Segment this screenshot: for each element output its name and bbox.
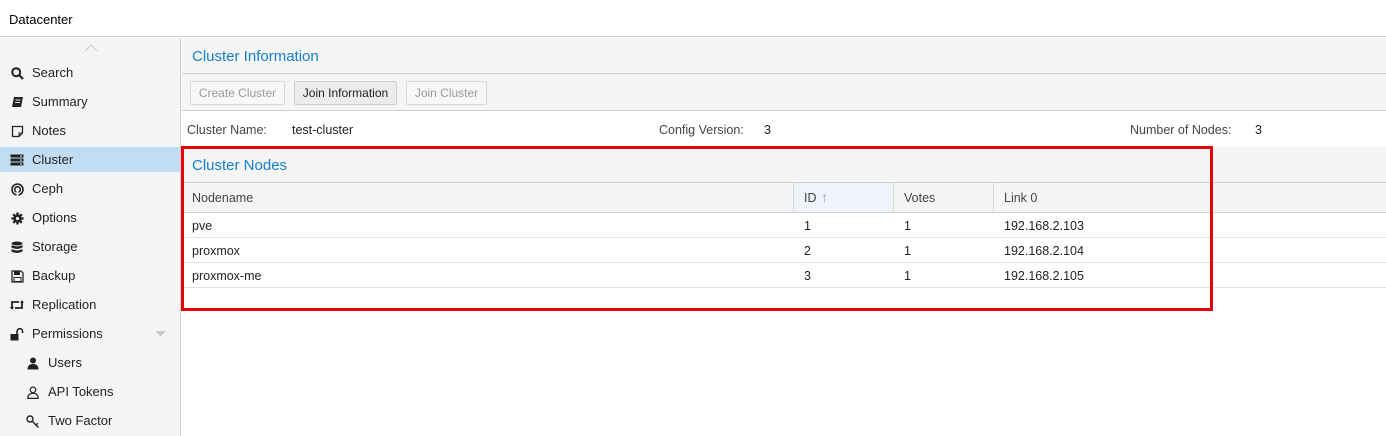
- cell-link0: 192.168.2.105: [1004, 269, 1084, 283]
- sidebar-item-api-tokens[interactable]: API Tokens: [0, 379, 180, 404]
- sidebar-item-label: Search: [32, 65, 74, 80]
- cluster-name-value: test-cluster: [292, 123, 354, 137]
- table-row[interactable]: pve 1 1 192.168.2.103: [182, 213, 1386, 238]
- cluster-information-header: Cluster Information: [182, 38, 1386, 74]
- sidebar-item-label: Options: [32, 210, 77, 225]
- sidebar: Search Summary Notes Cluster Ceph Option…: [0, 38, 181, 436]
- sidebar-item-replication[interactable]: Replication: [0, 292, 180, 317]
- cell-link0: 192.168.2.103: [1004, 219, 1084, 233]
- sidebar-item-label: Users: [48, 355, 82, 370]
- create-cluster-button[interactable]: Create Cluster: [190, 81, 285, 105]
- sidebar-item-two-factor[interactable]: Two Factor: [0, 408, 180, 433]
- top-bar: Datacenter: [0, 0, 1386, 37]
- sidebar-item-label: API Tokens: [48, 384, 114, 399]
- sidebar-item-backup[interactable]: Backup: [0, 263, 180, 288]
- user-outline-icon: [26, 385, 40, 399]
- column-header-nodename[interactable]: Nodename: [182, 183, 794, 212]
- column-header-label: ID: [804, 191, 817, 205]
- key-icon: [26, 414, 40, 428]
- column-header-label: Votes: [904, 191, 936, 205]
- main-content: Cluster Information Create Cluster Join …: [182, 38, 1386, 436]
- book-icon: [10, 95, 24, 109]
- sidebar-item-label: Notes: [32, 123, 66, 138]
- unlock-icon: [10, 327, 24, 341]
- ceph-icon: [10, 182, 24, 196]
- config-version-label: Config Version:: [659, 123, 744, 137]
- server-icon: [10, 153, 24, 167]
- sidebar-item-cluster[interactable]: Cluster: [0, 147, 180, 172]
- sidebar-item-storage[interactable]: Storage: [0, 234, 180, 259]
- resource-title: Datacenter: [9, 12, 73, 27]
- cell-votes: 1: [904, 269, 911, 283]
- cell-nodename: proxmox: [192, 244, 240, 258]
- column-header-id[interactable]: ID ↑: [794, 183, 894, 212]
- number-of-nodes-value: 3: [1255, 123, 1262, 137]
- cluster-nodes-header: Cluster Nodes: [182, 147, 1386, 183]
- cell-votes: 1: [904, 219, 911, 233]
- table-row[interactable]: proxmox 2 1 192.168.2.104: [182, 238, 1386, 263]
- collapse-arrow-icon[interactable]: [155, 331, 166, 337]
- cell-nodename: pve: [192, 219, 213, 233]
- sidebar-item-label: Ceph: [32, 181, 64, 196]
- sidebar-item-label: Permissions: [32, 326, 103, 341]
- sidebar-item-label: Backup: [32, 268, 76, 283]
- sidebar-item-options[interactable]: Options: [0, 205, 180, 230]
- sidebar-item-label: Summary: [32, 94, 88, 109]
- floppy-icon: [10, 269, 24, 283]
- sidebar-item-users[interactable]: Users: [0, 350, 180, 375]
- cell-id: 1: [804, 219, 811, 233]
- config-version-value: 3: [764, 123, 771, 137]
- join-information-button[interactable]: Join Information: [294, 81, 397, 105]
- sidebar-item-label: Two Factor: [48, 413, 113, 428]
- join-cluster-button[interactable]: Join Cluster: [406, 81, 487, 105]
- gear-icon: [10, 211, 24, 225]
- sidebar-item-label: Replication: [32, 297, 97, 312]
- sidebar-item-label: Storage: [32, 239, 78, 254]
- sidebar-item-permissions[interactable]: Permissions: [0, 321, 180, 346]
- sort-ascending-icon: ↑: [821, 189, 828, 205]
- cell-votes: 1: [904, 244, 911, 258]
- database-icon: [10, 240, 24, 254]
- cell-nodename: proxmox-me: [192, 269, 262, 283]
- table-row[interactable]: proxmox-me 3 1 192.168.2.105: [182, 263, 1386, 288]
- user-icon: [26, 356, 40, 370]
- sidebar-item-notes[interactable]: Notes: [0, 118, 180, 143]
- column-header-votes[interactable]: Votes: [894, 183, 994, 212]
- cluster-information-title: Cluster Information: [192, 48, 319, 65]
- cluster-info-row: Cluster Name: test-cluster Config Versio…: [182, 111, 1386, 147]
- note-icon: [10, 124, 24, 138]
- column-header-label: Link 0: [1004, 191, 1038, 205]
- scroll-up-icon[interactable]: [84, 44, 98, 52]
- column-header-link0[interactable]: Link 0: [994, 183, 1386, 212]
- sidebar-item-ceph[interactable]: Ceph: [0, 176, 180, 201]
- grid-header: Nodename ID ↑ Votes Link 0: [182, 183, 1386, 213]
- sidebar-item-label: Cluster: [32, 152, 74, 167]
- cluster-nodes-title: Cluster Nodes: [192, 157, 288, 174]
- cell-link0: 192.168.2.104: [1004, 244, 1084, 258]
- sidebar-item-summary[interactable]: Summary: [0, 89, 180, 114]
- cell-id: 2: [804, 244, 811, 258]
- column-header-label: Nodename: [192, 191, 254, 205]
- number-of-nodes-label: Number of Nodes:: [1130, 123, 1232, 137]
- cluster-toolbar: Create Cluster Join Information Join Clu…: [182, 74, 1386, 111]
- cluster-name-label: Cluster Name:: [187, 123, 267, 137]
- search-icon: [10, 66, 24, 80]
- cell-id: 3: [804, 269, 811, 283]
- retweet-icon: [10, 298, 24, 312]
- sidebar-item-search[interactable]: Search: [0, 60, 180, 85]
